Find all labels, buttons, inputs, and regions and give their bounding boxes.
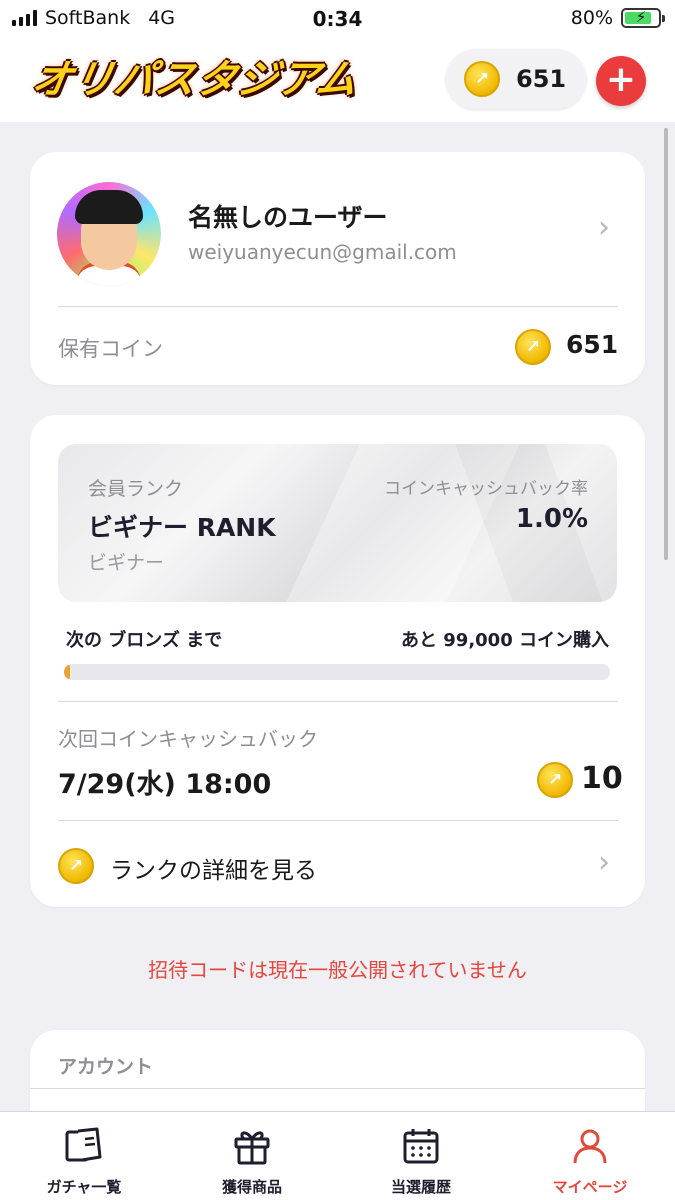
charging-bolt-icon: ⚡	[635, 8, 647, 26]
account-section-title: アカウント	[58, 1056, 154, 1078]
tab-gacha-list[interactable]: ガチャ一覧	[0, 1112, 168, 1200]
cards-icon	[65, 1127, 102, 1162]
tab-label: 獲得商品	[221, 1178, 282, 1196]
next-cashback-date: 7/29(水) 18:00	[58, 769, 272, 800]
next-rank-text: 次の ブロンズ まで	[66, 630, 223, 651]
calendar-icon	[403, 1129, 439, 1164]
remaining-coins-text: あと 99,000 コイン購入	[401, 630, 609, 651]
gift-icon	[234, 1131, 270, 1165]
rank-progress-bar	[64, 664, 610, 680]
coin-balance: 651	[516, 65, 567, 93]
coin-icon	[58, 848, 94, 884]
divider	[58, 306, 618, 307]
user-name: 名無しのユーザー	[188, 203, 388, 232]
rank-panel: 会員ランク ビギナー RANK ビギナー コインキャッシュバック率 1.0%	[58, 444, 617, 602]
rank-card: 会員ランク ビギナー RANK ビギナー コインキャッシュバック率 1.0% 次…	[30, 415, 645, 907]
tab-bar: ガチャ一覧 獲得商品 当選履歴 マイページ	[0, 1111, 675, 1200]
status-right: 80% ⚡	[570, 7, 665, 29]
next-cashback-amount: 10	[581, 761, 623, 796]
app-logo[interactable]: オリパスタジアム	[20, 52, 370, 108]
add-coins-button[interactable]: +	[596, 56, 646, 106]
member-rank-label: 会員ランク	[88, 478, 184, 500]
scrollbar[interactable]	[664, 128, 668, 560]
coin-icon	[537, 762, 573, 798]
user-email: weiyuanyecun@gmail.com	[188, 240, 457, 264]
coin-balance-pill[interactable]: 651	[446, 49, 586, 109]
tab-label: ガチャ一覧	[46, 1178, 122, 1196]
profile-card[interactable]: 名無しのユーザー weiyuanyecun@gmail.com › 保有コイン …	[30, 152, 645, 385]
divider	[58, 701, 618, 702]
coin-icon	[515, 329, 551, 365]
battery-icon: ⚡	[621, 8, 665, 28]
logo-text: オリパスタジアム	[28, 57, 362, 103]
rank-progress-fill	[64, 664, 70, 680]
divider	[30, 1088, 645, 1089]
status-bar: SoftBank 4G 0:34 80% ⚡	[0, 0, 675, 40]
tab-acquired-items[interactable]: 獲得商品	[168, 1112, 336, 1200]
tab-my-page[interactable]: マイページ	[506, 1112, 674, 1200]
chevron-right-icon: ›	[598, 845, 610, 880]
avatar	[57, 182, 161, 286]
rank-detail-label: ランクの詳細を見る	[110, 858, 317, 884]
member-rank-subname: ビギナー	[88, 552, 165, 574]
held-coins-value: 651	[566, 330, 619, 359]
invite-code-notice: 招待コードは現在一般公開されていません	[148, 958, 527, 982]
tab-label: マイページ	[552, 1178, 628, 1196]
cashback-rate-value: 1.0%	[515, 504, 588, 534]
person-icon	[573, 1129, 607, 1164]
app-header: オリパスタジアム 651 +	[0, 40, 675, 122]
next-cashback-label: 次回コインキャッシュバック	[58, 727, 318, 751]
rank-detail-link[interactable]: ランクの詳細を見る ›	[30, 821, 645, 907]
tab-label: 当選履歴	[390, 1178, 451, 1196]
member-rank-name: ビギナー RANK	[88, 513, 276, 542]
cashback-rate-label: コインキャッシュバック率	[384, 479, 588, 499]
coin-icon	[464, 61, 500, 97]
chevron-right-icon: ›	[598, 210, 610, 245]
tab-win-history[interactable]: 当選履歴	[337, 1112, 505, 1200]
battery-percent: 80%	[570, 7, 613, 29]
held-coins-label: 保有コイン	[58, 337, 163, 361]
